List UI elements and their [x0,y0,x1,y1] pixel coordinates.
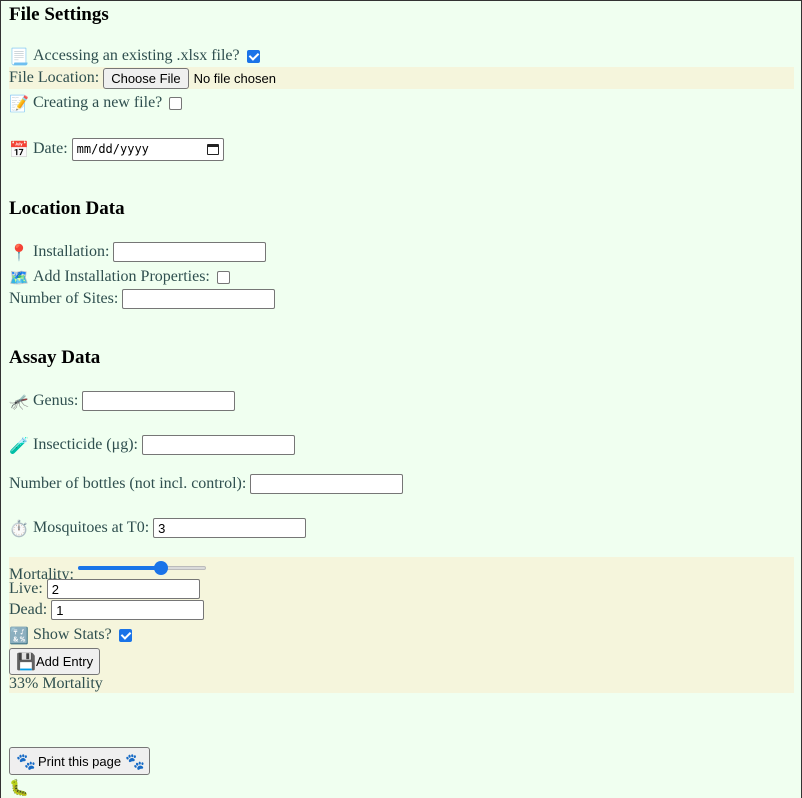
create-new-checkbox[interactable] [169,96,183,110]
create-new-label: Creating a new file? [33,94,163,111]
num-sites-input[interactable] [122,289,276,309]
symbols-icon: 🔣 [9,625,29,645]
genus-row: 🦟 Genus: [9,390,236,412]
mortality-panel: Mortality: Live: Dead: 🔣 Show Stats? 💾 A… [9,557,794,693]
bottles-row: Number of bottles (not incl. control): [9,473,404,495]
date-placeholder: mm/dd/yyyy [76,142,149,156]
installation-label: Installation: [33,243,110,260]
mosquito-icon: 🦟 [9,391,29,411]
slider-fill [77,566,162,570]
stopwatch-icon: ⏱️ [9,518,29,538]
slider-thumb[interactable] [154,561,169,575]
scroll-icon: 📃 [9,46,29,66]
insecticide-input[interactable] [141,435,295,455]
access-existing-row: 📃 Accessing an existing .xlsx file? [9,45,260,67]
create-new-row: 📝 Creating a new file? [9,92,183,114]
genus-label: Genus: [33,392,79,409]
file-settings-heading: File Settings [9,4,109,25]
print-button-label: Print this page [38,753,122,769]
choose-file-button[interactable]: Choose File [103,67,189,89]
floppy-icon: 💾 [16,652,36,671]
add-props-label: Add Installation Properties: [33,268,210,285]
memo-icon: 📝 [9,93,29,113]
mortality-slider[interactable] [77,560,206,576]
dead-row: Dead: [9,599,205,621]
file-location-label: File Location: [9,69,100,86]
access-existing-checkbox[interactable] [246,49,260,63]
paws-icon-right: 🐾 [125,751,146,771]
no-file-chosen-text: No file chosen [193,70,276,86]
map-icon: 🗺️ [9,267,29,287]
insecticide-label: Insecticide (μg): [33,436,138,453]
add-props-row: 🗺️ Add Installation Properties: [9,266,230,288]
live-input[interactable] [46,579,200,599]
genus-input[interactable] [82,391,236,411]
bottles-input[interactable] [250,474,404,494]
insecticide-row: 🧪 Insecticide (μg): [9,434,295,456]
caterpillar-icon: 🐛 [9,778,29,797]
calendar-icon: 📅 [9,139,29,159]
add-props-checkbox[interactable] [216,270,230,284]
show-stats-label: Show Stats? [33,626,112,643]
dead-input[interactable] [51,600,205,620]
date-label: Date: [33,140,68,157]
assay-data-heading: Assay Data [9,347,101,368]
file-location-row: File Location: Choose File No file chose… [9,67,794,89]
location-data-heading: Location Data [9,198,125,219]
date-input[interactable]: mm/dd/yyyy [71,137,224,161]
date-row: 📅 Date: mm/dd/yyyy [9,137,224,161]
installation-row: 📍 Installation: [9,241,267,263]
test-tube-icon: 🧪 [9,435,29,455]
calendar-picker-icon[interactable] [206,143,219,155]
paws-icon-left: 🐾 [16,751,36,771]
pin-icon: 📍 [9,242,29,262]
live-label: Live: [9,580,43,597]
add-entry-button[interactable]: 💾 Add Entry [9,648,101,675]
print-button[interactable]: 🐾 Print this page 🐾 [9,747,151,775]
mortality-result: 33% Mortality [9,675,103,692]
num-sites-label: Number of Sites: [9,290,119,307]
mosquitoes-label: Mosquitoes at T0: [33,519,150,536]
add-entry-label: Add Entry [36,654,94,669]
show-stats-row: 🔣 Show Stats? [9,624,132,646]
bottles-label: Number of bottles (not incl. control): [9,475,247,492]
installation-input[interactable] [113,242,267,262]
num-sites-row: Number of Sites: [9,288,276,310]
access-existing-label: Accessing an existing .xlsx file? [33,47,240,64]
show-stats-checkbox[interactable] [118,628,132,642]
mosquitoes-row: ⏱️ Mosquitoes at T0: [9,517,307,539]
live-row: Live: [9,578,200,600]
mosquitoes-input[interactable] [153,518,307,538]
dead-label: Dead: [9,601,48,618]
